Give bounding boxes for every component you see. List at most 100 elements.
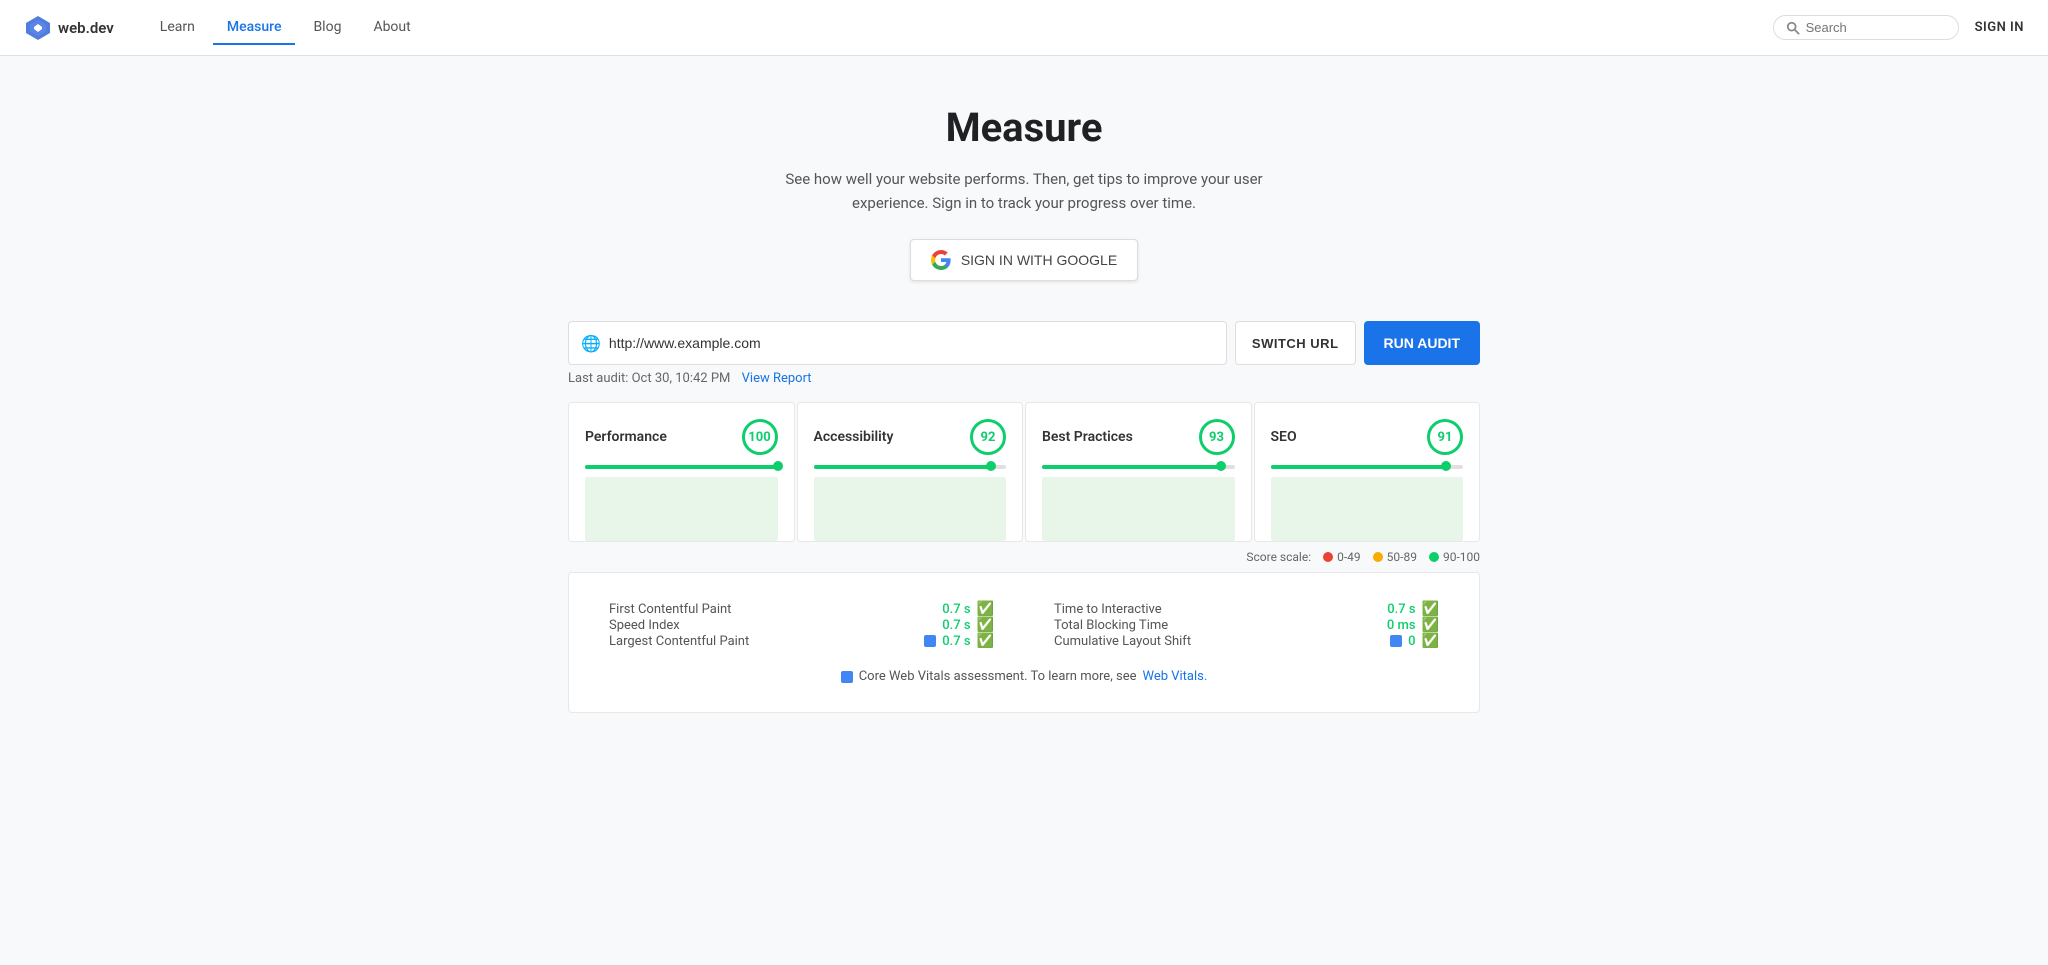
scale-dot-icon xyxy=(1323,552,1333,562)
hero-subtitle: See how well your website performs. Then… xyxy=(774,167,1274,215)
check-icon: ✅ xyxy=(977,617,994,633)
score-bar-thumb xyxy=(773,461,783,471)
metric-value: 0 ms ✅ xyxy=(1387,617,1439,633)
nav-logo[interactable]: web.dev xyxy=(24,14,114,42)
main-content: Measure See how well your website perfor… xyxy=(544,56,1504,773)
check-icon: ✅ xyxy=(1422,601,1439,617)
sign-in-nav-button[interactable]: SIGN IN xyxy=(1975,20,2024,35)
sign-in-google-label: SIGN IN WITH GOOGLE xyxy=(961,252,1117,268)
metric-value-text: 0 ms xyxy=(1387,618,1416,633)
score-bar-area xyxy=(585,465,778,469)
score-card: Accessibility 92 xyxy=(797,402,1024,542)
score-circle: 91 xyxy=(1427,419,1463,455)
scale-dot-icon xyxy=(1373,552,1383,562)
score-bar-track xyxy=(814,465,1007,469)
metric-value-text: 0.7 s xyxy=(942,618,970,633)
scale-item: 90-100 xyxy=(1429,550,1480,564)
scale-label: 50-89 xyxy=(1387,550,1417,564)
check-icon: ✅ xyxy=(1422,633,1439,649)
scale-item: 0-49 xyxy=(1323,550,1361,564)
score-card: Performance 100 xyxy=(568,402,795,542)
metric-row: Total Blocking Time 0 ms ✅ xyxy=(1054,617,1439,633)
check-icon: ✅ xyxy=(1422,617,1439,633)
run-audit-button[interactable]: RUN AUDIT xyxy=(1364,321,1480,365)
nav-link-about[interactable]: About xyxy=(359,11,424,45)
metric-name: First Contentful Paint xyxy=(609,602,731,617)
score-circle: 93 xyxy=(1199,419,1235,455)
score-circle: 100 xyxy=(742,419,778,455)
switch-url-button[interactable]: SWITCH URL xyxy=(1235,321,1356,365)
score-card-title: Best Practices xyxy=(1042,429,1133,445)
metric-value: 0.7 s ✅ xyxy=(942,617,994,633)
search-box[interactable] xyxy=(1773,15,1959,40)
metric-row: Time to Interactive 0.7 s ✅ xyxy=(1054,601,1439,617)
nav-right: SIGN IN xyxy=(1773,15,2024,40)
metric-value-text: 0.7 s xyxy=(942,602,970,617)
score-card-header: Accessibility 92 xyxy=(814,419,1007,455)
score-thumbnail xyxy=(1042,477,1235,541)
sign-in-google-button[interactable]: SIGN IN WITH GOOGLE xyxy=(910,239,1138,281)
score-bar-fill xyxy=(585,465,778,469)
score-card-title: Accessibility xyxy=(814,429,894,445)
metric-name: Speed Index xyxy=(609,618,680,633)
scale-label: 0-49 xyxy=(1337,550,1361,564)
url-input[interactable] xyxy=(609,335,1214,351)
score-bar-thumb xyxy=(1216,461,1226,471)
core-vitals-note: Core Web Vitals assessment. To learn mor… xyxy=(609,669,1439,684)
score-card-title: SEO xyxy=(1271,429,1297,445)
metric-name: Time to Interactive xyxy=(1054,602,1162,617)
view-report-link[interactable]: View Report xyxy=(742,371,812,386)
score-card: SEO 91 xyxy=(1254,402,1481,542)
search-icon xyxy=(1786,21,1800,35)
web-vitals-link[interactable]: Web Vitals. xyxy=(1142,669,1207,684)
logo-text: web.dev xyxy=(58,19,114,37)
nav-link-learn[interactable]: Learn xyxy=(146,11,209,45)
metric-name: Total Blocking Time xyxy=(1054,618,1168,633)
score-bar-area xyxy=(814,465,1007,469)
page-title: Measure xyxy=(568,104,1480,151)
score-bar-track xyxy=(585,465,778,469)
score-cards: Performance 100 Accessibility 92 Best Pr… xyxy=(568,402,1480,542)
score-scale-label: Score scale: xyxy=(1246,550,1311,564)
score-scale: Score scale: 0-49 50-89 90-100 xyxy=(568,550,1480,564)
score-card: Best Practices 93 xyxy=(1025,402,1252,542)
score-bar-fill xyxy=(1042,465,1221,469)
metric-badge-icon xyxy=(1390,635,1402,647)
score-card-header: Performance 100 xyxy=(585,419,778,455)
scale-label: 90-100 xyxy=(1443,550,1480,564)
metric-value-text: 0.7 s xyxy=(1387,602,1415,617)
nav-links: Learn Measure Blog About xyxy=(146,11,1773,45)
nav-link-measure[interactable]: Measure xyxy=(213,11,296,45)
score-bar-thumb xyxy=(986,461,996,471)
metric-value-text: 0.7 s xyxy=(942,634,970,649)
url-section: 🌐 SWITCH URL RUN AUDIT Last audit: Oct 3… xyxy=(568,321,1480,386)
google-logo-icon xyxy=(931,250,951,270)
metric-value: 0 ✅ xyxy=(1390,633,1439,649)
metric-badge-icon xyxy=(924,635,936,647)
metric-row: First Contentful Paint 0.7 s ✅ xyxy=(609,601,994,617)
last-audit-info: Last audit: Oct 30, 10:42 PM View Report xyxy=(568,371,1480,386)
check-icon: ✅ xyxy=(977,601,994,617)
search-input[interactable] xyxy=(1806,20,1946,35)
score-card-header: SEO 91 xyxy=(1271,419,1464,455)
metrics-grid: First Contentful Paint 0.7 s ✅ Speed Ind… xyxy=(609,601,1439,649)
nav-link-blog[interactable]: Blog xyxy=(299,11,355,45)
metric-name: Cumulative Layout Shift xyxy=(1054,634,1191,649)
score-card-title: Performance xyxy=(585,429,667,445)
metric-value-text: 0 xyxy=(1408,634,1415,649)
score-bar-area xyxy=(1042,465,1235,469)
score-circle: 92 xyxy=(970,419,1006,455)
check-icon: ✅ xyxy=(977,633,994,649)
score-bar-fill xyxy=(1271,465,1446,469)
navbar: web.dev Learn Measure Blog About SIGN IN xyxy=(0,0,2048,56)
hero-section: Measure See how well your website perfor… xyxy=(568,104,1480,281)
metric-value: 0.7 s ✅ xyxy=(942,601,994,617)
last-audit-text: Last audit: Oct 30, 10:42 PM xyxy=(568,371,730,386)
score-bar-fill xyxy=(814,465,991,469)
score-thumbnail xyxy=(1271,477,1464,541)
metric-value: 0.7 s ✅ xyxy=(1387,601,1439,617)
score-bar-track xyxy=(1042,465,1235,469)
score-thumbnail xyxy=(585,477,778,541)
score-bar-area xyxy=(1271,465,1464,469)
scale-item: 50-89 xyxy=(1373,550,1417,564)
